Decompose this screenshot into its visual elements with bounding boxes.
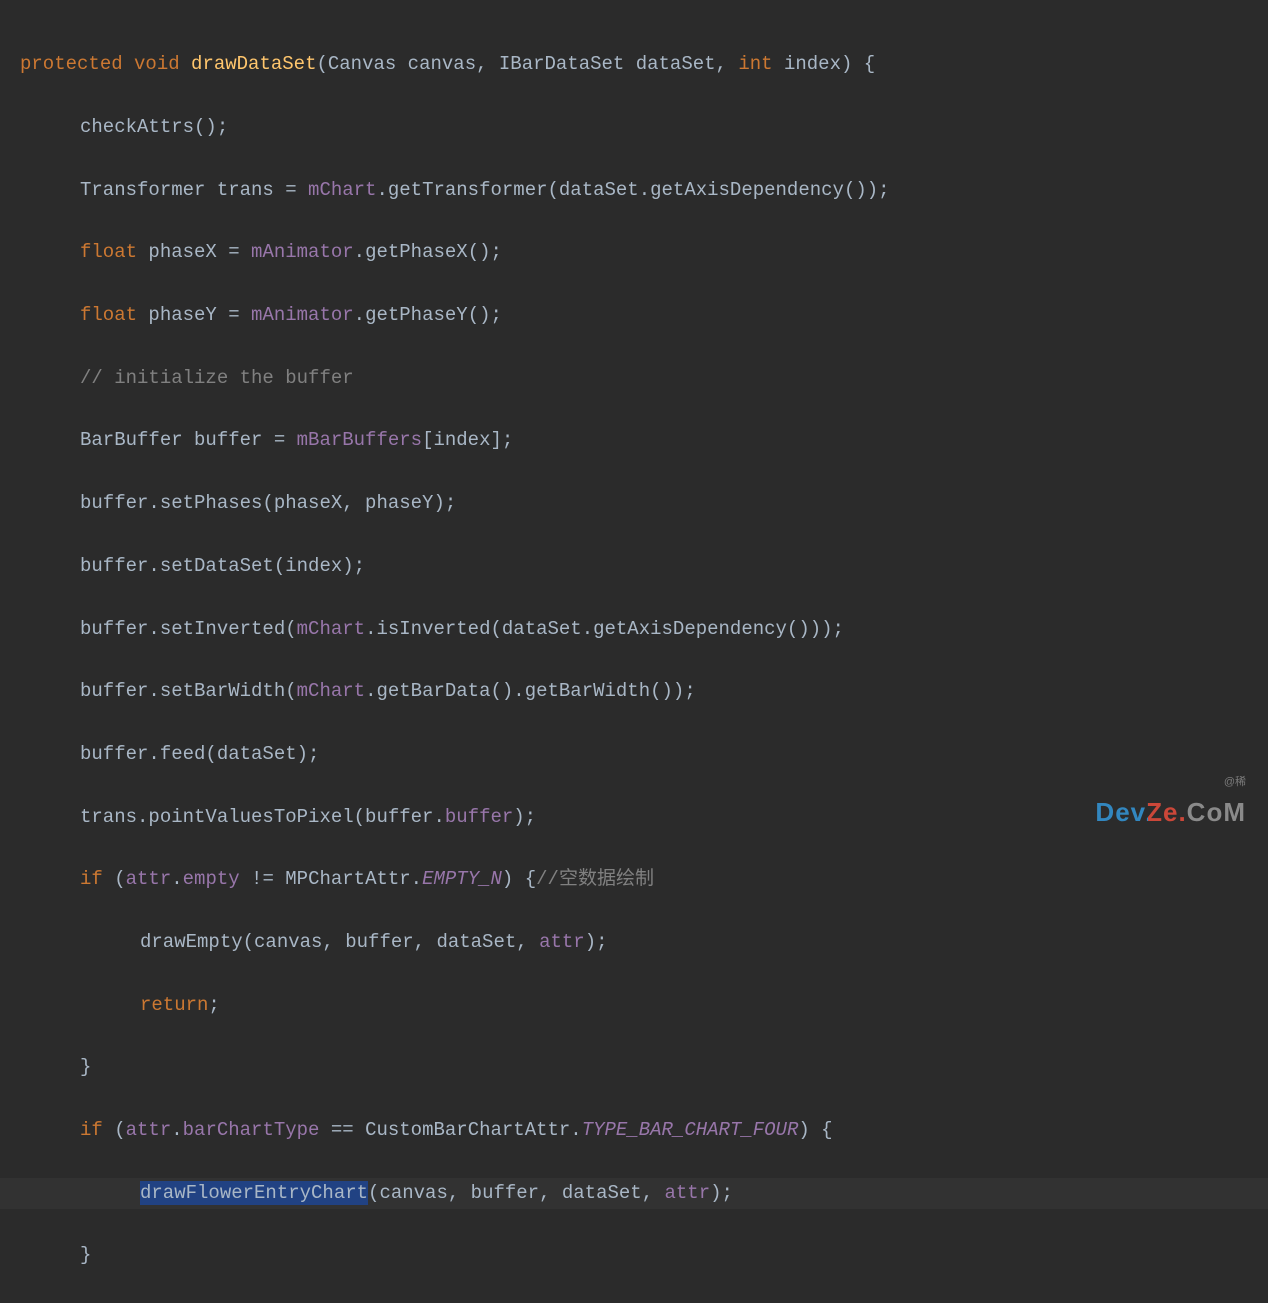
code-line: } [20, 1052, 1248, 1083]
code-line: Transformer trans = mChart.getTransforme… [20, 175, 1248, 206]
code-line: buffer.setPhases(phaseX, phaseY); [20, 488, 1248, 519]
code-line: buffer.setDataSet(index); [20, 551, 1248, 582]
code-line: checkAttrs(); [20, 112, 1248, 143]
code-line: // initialize the buffer [20, 363, 1248, 394]
code-line: protected void drawDataSet(Canvas canvas… [20, 49, 1248, 80]
code-line: drawEmpty(canvas, buffer, dataSet, attr)… [20, 927, 1248, 958]
code-line: if (attr.barChartType == CustomBarChartA… [20, 1115, 1248, 1146]
code-line: } [20, 1240, 1248, 1271]
code-editor[interactable]: protected void drawDataSet(Canvas canvas… [20, 18, 1248, 1303]
code-line: float phaseX = mAnimator.getPhaseX(); [20, 237, 1248, 268]
code-line: buffer.setInverted(mChart.isInverted(dat… [20, 614, 1248, 645]
code-line: return; [20, 990, 1248, 1021]
code-line: if (attr.empty != MPChartAttr.EMPTY_N) {… [20, 864, 1248, 895]
watermark-small: @稀 [1095, 773, 1246, 791]
code-line: BarBuffer buffer = mBarBuffers[index]; [20, 425, 1248, 456]
code-line: float phaseY = mAnimator.getPhaseY(); [20, 300, 1248, 331]
code-line: buffer.setBarWidth(mChart.getBarData().g… [20, 676, 1248, 707]
code-line-highlighted: drawFlowerEntryChart(canvas, buffer, dat… [0, 1178, 1268, 1209]
code-line: buffer.feed(dataSet); [20, 739, 1248, 770]
selected-text: drawFlowerEntryChart [140, 1181, 368, 1205]
watermark: @稀 DevZe.CoM [1095, 773, 1246, 834]
watermark-logo: DevZe.CoM [1095, 791, 1246, 834]
code-line: trans.pointValuesToPixel(buffer.buffer); [20, 802, 1248, 833]
